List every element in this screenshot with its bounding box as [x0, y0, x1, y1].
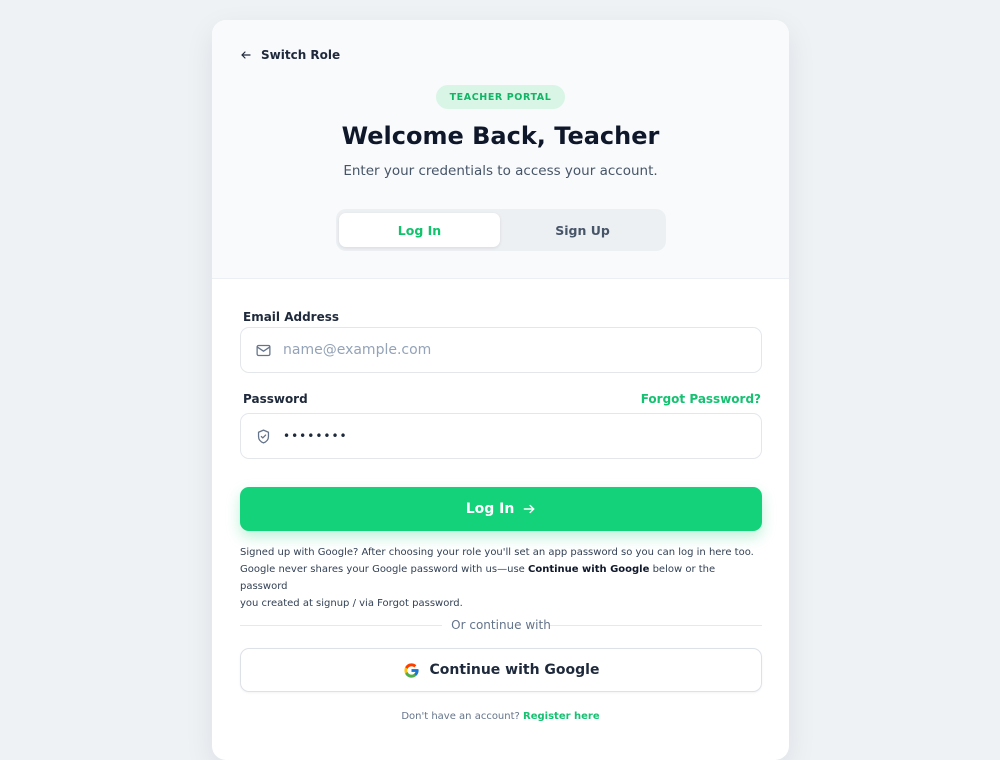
arrow-left-icon	[241, 51, 251, 59]
card-header: Switch Role TEACHER PORTAL Welcome Back,…	[212, 20, 789, 279]
arrow-right-icon	[523, 504, 535, 514]
register-link[interactable]: Register here	[523, 711, 600, 722]
password-input[interactable]: ••••••••	[283, 429, 761, 443]
password-label: Password	[243, 392, 308, 406]
note-line-3: you created at signup / via Forgot passw…	[240, 598, 463, 609]
switch-role-link[interactable]: Switch Role	[240, 48, 340, 62]
login-submit-label: Log In	[465, 501, 515, 517]
login-card: Switch Role TEACHER PORTAL Welcome Back,…	[212, 20, 789, 760]
email-input[interactable]	[283, 330, 761, 370]
tab-login[interactable]: Log In	[339, 213, 500, 247]
tab-signup[interactable]: Sign Up	[502, 213, 663, 247]
divider-line-right	[550, 625, 762, 626]
note-line-1: Signed up with Google? After choosing yo…	[240, 547, 754, 558]
mail-icon	[256, 344, 271, 356]
portal-badge: TEACHER PORTAL	[436, 85, 565, 109]
email-field-wrapper	[240, 327, 762, 373]
note-line-2-pre: Google never shares your Google password…	[240, 564, 528, 575]
or-divider: Or continue with	[240, 618, 762, 632]
google-signin-button[interactable]: Continue with Google	[240, 648, 762, 692]
email-label: Email Address	[243, 310, 340, 324]
register-prompt-text: Don't have an account?	[401, 711, 520, 722]
google-button-label: Continue with Google	[429, 662, 600, 678]
google-info-note: Signed up with Google? After choosing yo…	[240, 544, 762, 612]
forgot-password-link[interactable]: Forgot Password?	[641, 392, 761, 406]
login-submit-button[interactable]: Log In	[240, 487, 762, 531]
auth-tabs: Log In Sign Up	[336, 209, 666, 251]
page-subtitle: Enter your credentials to access your ac…	[343, 163, 658, 179]
password-field[interactable]: ••••••••	[240, 413, 762, 459]
note-line-2-bold: Continue with Google	[527, 564, 650, 575]
page-title: Welcome Back, Teacher	[341, 122, 660, 150]
google-logo-icon	[403, 662, 419, 678]
switch-role-label: Switch Role	[261, 48, 341, 62]
register-prompt: Don't have an account? Register here	[212, 711, 789, 722]
shield-check-icon	[257, 428, 270, 444]
